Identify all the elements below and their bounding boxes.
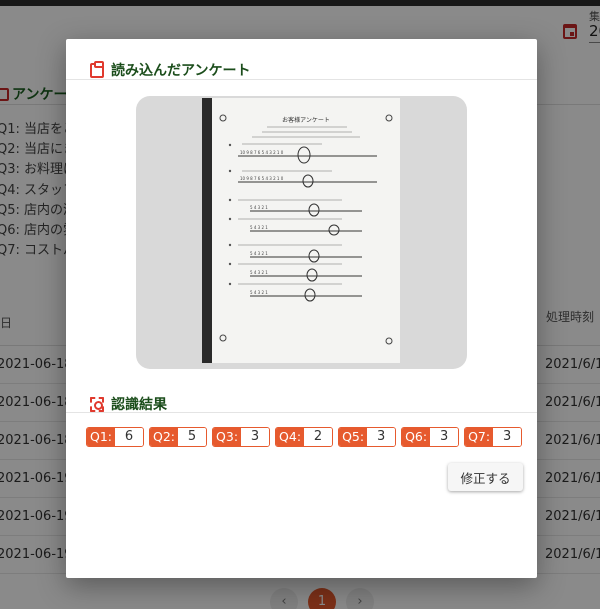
divider xyxy=(66,79,537,80)
scanned-image-card: お客様アンケート 10 9 8 7 6 5 4 3 2 1 0 10 9 8 7… xyxy=(136,96,467,369)
svg-text:10 9 8 7 6 5 4 3 2 1 0: 10 9 8 7 6 5 4 3 2 1 0 xyxy=(240,176,284,181)
result-chip-q1: Q1: 6 xyxy=(86,427,145,447)
result-chip-q4: Q4: 2 xyxy=(275,427,334,447)
result-chip-q2: Q2: 5 xyxy=(149,427,208,447)
svg-text:5 4 3 2 1: 5 4 3 2 1 xyxy=(250,290,268,295)
sheet-title: お客様アンケート xyxy=(282,116,330,124)
survey-sheet-drawing: お客様アンケート 10 9 8 7 6 5 4 3 2 1 0 10 9 8 7… xyxy=(219,114,393,345)
scan-search-icon xyxy=(90,396,104,412)
scanned-survey-image: お客様アンケート 10 9 8 7 6 5 4 3 2 1 0 10 9 8 7… xyxy=(202,98,400,363)
svg-text:5 4 3 2 1: 5 4 3 2 1 xyxy=(250,251,268,256)
result-chip-q7: Q7: 3 xyxy=(464,427,523,447)
result-chip-q6: Q6: 3 xyxy=(401,427,460,447)
loaded-survey-heading: 読み込んだアンケート xyxy=(90,60,250,80)
svg-text:5 4 3 2 1: 5 4 3 2 1 xyxy=(250,205,268,210)
recognition-results: Q1: 6 Q2: 5 Q3: 3 Q4: 2 Q5: 3 Q6: 3 Q7: 3 xyxy=(86,427,523,447)
svg-text:5 4 3 2 1: 5 4 3 2 1 xyxy=(250,270,268,275)
clipboard-icon xyxy=(90,60,104,78)
recognition-result-heading: 認識結果 xyxy=(90,394,167,414)
svg-text:10 9 8 7 6 5 4 3 2 1 0: 10 9 8 7 6 5 4 3 2 1 0 xyxy=(240,150,284,155)
svg-text:5 4 3 2 1: 5 4 3 2 1 xyxy=(250,225,268,230)
divider xyxy=(66,412,537,413)
edit-results-button[interactable]: 修正する xyxy=(448,463,523,491)
result-chip-q3: Q3: 3 xyxy=(212,427,271,447)
survey-result-dialog: 読み込んだアンケート お客様アンケート 10 9 8 7 6 5 4 3 2 1… xyxy=(66,39,537,578)
result-chip-q5: Q5: 3 xyxy=(338,427,397,447)
